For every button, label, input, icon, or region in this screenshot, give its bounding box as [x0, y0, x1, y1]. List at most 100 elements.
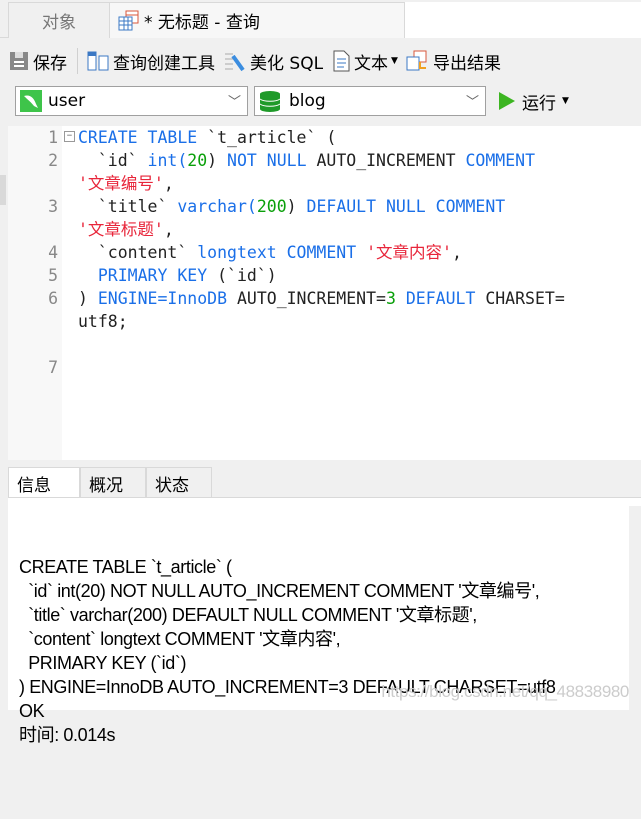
code-token-id: )	[286, 197, 307, 216]
code-token-id: CHARSET=	[485, 289, 565, 308]
code-token-kw: PRIMARY KEY	[78, 266, 218, 285]
code-token-id: `content`	[78, 243, 198, 262]
code-token-id: AUTO_INCREMENT=	[236, 289, 386, 308]
code-token-id: )	[78, 289, 98, 308]
code-token-kw: ENGINE=InnoDB	[97, 289, 237, 308]
code-token-id: ,	[451, 243, 462, 262]
line-number: 4	[48, 243, 58, 262]
database-select[interactable]: blog ﹀	[254, 86, 486, 116]
text-button[interactable]: 文本 ▼	[331, 49, 398, 74]
beautify-wand-icon	[225, 53, 245, 72]
chevron-down-icon: ﹀	[227, 95, 241, 110]
beautify-sql-button[interactable]: 美化 SQL	[223, 49, 323, 74]
code-line: 4 `content` longtext COMMENT '文章内容',	[8, 241, 641, 264]
code-token-str: '文章编号'	[78, 174, 164, 193]
code-token-id: AUTO_INCREMENT	[316, 151, 466, 170]
code-line: 1− CREATE TABLE `t_article` (	[8, 126, 641, 149]
code-line: utf8;	[8, 310, 641, 333]
code-line: '文章标题',	[8, 218, 641, 241]
tab-info[interactable]: 信息	[8, 467, 80, 498]
code-text: utf8;	[78, 310, 128, 333]
code-token-num: 3	[385, 289, 396, 308]
save-label: 保存	[33, 53, 67, 74]
splitter-handle[interactable]	[0, 175, 6, 205]
code-text: CREATE TABLE `t_article` (	[78, 126, 336, 149]
code-text: '文章编号',	[78, 172, 174, 195]
tab-status[interactable]: 状态	[146, 467, 212, 498]
dropdown-arrow-icon: ▼	[391, 56, 398, 66]
code-token-id: )	[207, 151, 228, 170]
fold-toggle-icon[interactable]: −	[64, 131, 75, 142]
code-token-kw: COMMENT	[465, 151, 536, 170]
beautify-sql-label: 美化 SQL	[250, 53, 324, 74]
toolbar: 保存 查询创建工具 美化 SQL 文本 ▼ 导出结果	[8, 42, 509, 80]
tab-objects[interactable]: 对象	[8, 2, 110, 38]
code-text: PRIMARY KEY (`id`)	[78, 264, 277, 287]
query-builder-label: 查询创建工具	[113, 53, 215, 74]
code-text: `title` varchar(200) DEFAULT NULL COMMEN…	[78, 195, 505, 218]
database-value: blog	[289, 91, 326, 111]
query-table-icon	[118, 10, 139, 30]
code-token-id: `title`	[78, 197, 178, 216]
tab-query[interactable]: * 无标题 - 查询	[110, 2, 404, 38]
tab-query-label: * 无标题 - 查询	[144, 13, 260, 33]
connection-select[interactable]: user ﹀	[15, 86, 248, 116]
document-icon	[333, 50, 350, 72]
line-number: 1	[48, 128, 58, 147]
run-label: 运行	[522, 93, 556, 114]
save-button[interactable]: 保存	[8, 49, 67, 74]
code-text: `content` longtext COMMENT '文章内容',	[78, 241, 462, 264]
code-token-kw: NOT NULL	[227, 151, 317, 170]
code-line: '文章编号',	[8, 172, 641, 195]
code-text: '文章标题',	[78, 218, 174, 241]
code-token-id: `t_article` (	[207, 128, 337, 147]
mysql-dolphin-icon	[20, 90, 42, 112]
message-text: CREATE TABLE `t_article` ( `id` int(20) …	[19, 557, 556, 745]
code-token-id: `id`	[78, 151, 148, 170]
line-number: 7	[48, 358, 58, 377]
tab-bar: 对象 * 无标题 - 查询	[0, 0, 641, 38]
query-builder-icon	[87, 51, 109, 71]
code-token-kw: DEFAULT	[395, 289, 486, 308]
code-token-kw: DEFAULT NULL COMMENT	[306, 197, 506, 216]
save-icon	[10, 52, 28, 70]
watermark: https://blog.csdn.net/qq_48838980	[381, 682, 629, 701]
toolbar-divider	[77, 48, 78, 74]
export-results-button[interactable]: 导出结果	[406, 49, 501, 74]
line-number: 5	[48, 266, 58, 285]
tab-profile[interactable]: 概况	[80, 467, 146, 498]
dropdown-arrow-icon: ▼	[562, 96, 569, 106]
code-token-id: ,	[163, 174, 174, 193]
vertical-scrollbar[interactable]	[629, 506, 641, 711]
code-token-str: '文章标题'	[78, 220, 164, 239]
code-text: ) ENGINE=InnoDB AUTO_INCREMENT=3 DEFAULT…	[78, 287, 565, 310]
code-token-id: ,	[163, 220, 174, 239]
code-token-num: 20	[187, 151, 208, 170]
query-builder-button[interactable]: 查询创建工具	[86, 49, 215, 74]
code-token-kw: int(	[147, 151, 188, 170]
code-token-id: (`id`)	[217, 266, 277, 285]
chevron-down-icon: ﹀	[465, 95, 479, 110]
code-line: 2 `id` int(20) NOT NULL AUTO_INCREMENT C…	[8, 149, 641, 172]
code-token-num: 200	[256, 197, 287, 216]
line-number: 2	[48, 151, 58, 170]
code-token-kw: varchar(	[177, 197, 257, 216]
code-text: `id` int(20) NOT NULL AUTO_INCREMENT COM…	[78, 149, 535, 172]
code-line: 7	[8, 356, 641, 379]
export-results-label: 导出结果	[432, 53, 501, 74]
code-token-kw: longtext COMMENT	[197, 243, 367, 262]
code-token-id: utf8;	[78, 312, 128, 331]
code-token-str: '文章内容'	[366, 243, 452, 262]
sql-editor[interactable]: 1− CREATE TABLE `t_article` (2 `id` int(2…	[8, 126, 641, 460]
run-button[interactable]: 运行 ▼	[498, 86, 569, 116]
line-number: 3	[48, 197, 58, 216]
line-number: 6	[48, 289, 58, 308]
message-panel: CREATE TABLE `t_article` ( `id` int(20) …	[8, 497, 641, 745]
code-line: 6) ENGINE=InnoDB AUTO_INCREMENT=3 DEFAUL…	[8, 287, 641, 310]
export-icon	[406, 50, 427, 71]
code-token-kw: CREATE TABLE	[78, 128, 208, 147]
code-line: 3 `title` varchar(200) DEFAULT NULL COMM…	[8, 195, 641, 218]
code-line: 5 PRIMARY KEY (`id`)	[8, 264, 641, 287]
text-label: 文本	[354, 53, 389, 74]
